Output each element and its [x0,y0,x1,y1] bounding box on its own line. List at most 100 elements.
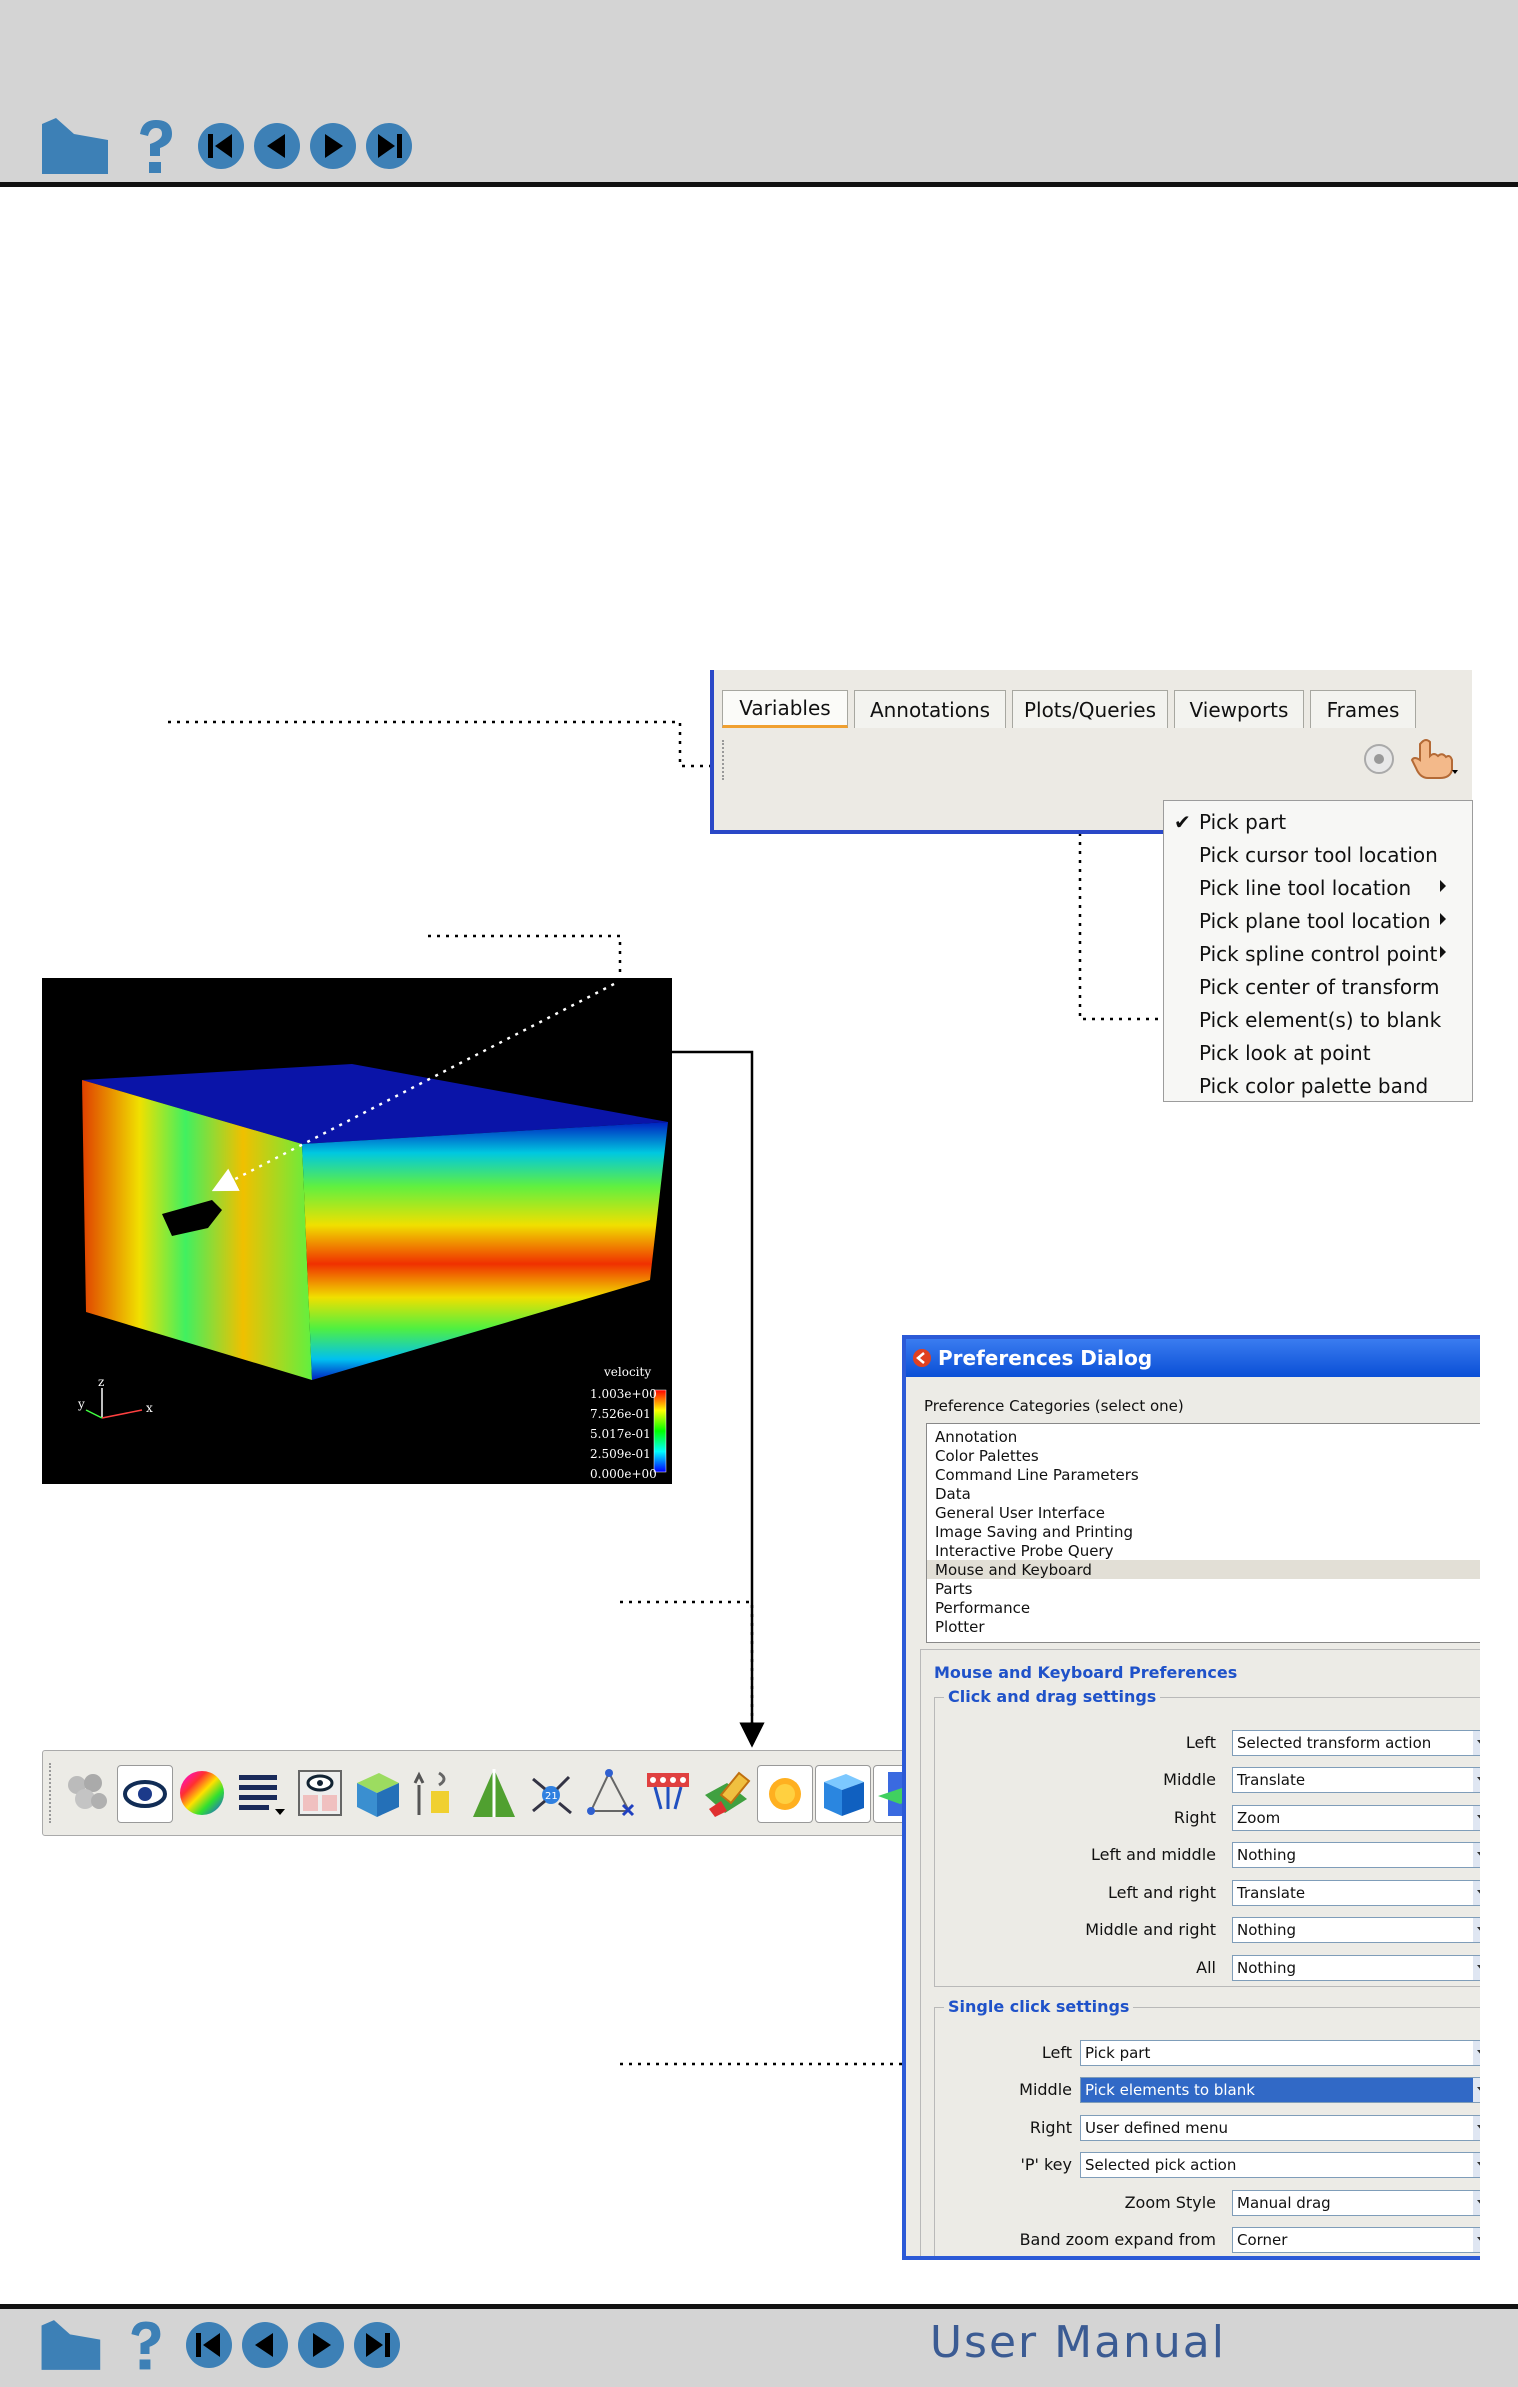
menu-item-pick-line-tool[interactable]: Pick line tool location [1164,871,1472,904]
previous-page-icon[interactable] [240,2320,290,2370]
parts-icon[interactable] [59,1765,113,1821]
zoom-style-label: Zoom Style [1124,2193,1216,2212]
click-drag-group-title: Click and drag settings [944,1687,1161,1706]
drag-all-select[interactable]: Nothing [1232,1955,1480,1981]
home-icon[interactable] [38,2319,102,2371]
axis-label-z: z [98,1375,104,1389]
grid-cube-icon[interactable] [351,1765,405,1821]
category-item[interactable]: Image Saving and Printing [935,1523,1133,1541]
visibility-eye-icon[interactable] [117,1765,173,1823]
view-mode-icon[interactable] [293,1765,347,1821]
combo-value: Translate [1237,1771,1306,1789]
p-key-label: 'P' key [1020,2155,1072,2174]
category-item[interactable]: Interactive Probe Query [935,1542,1113,1560]
legend-value: 2.509e-01 [590,1447,651,1461]
combo-value: Zoom [1237,1809,1281,1827]
category-item[interactable]: Parts [935,1580,972,1598]
tab-plots-queries[interactable]: Plots/Queries [1012,690,1168,728]
legend-value: 1.003e+00 [590,1387,657,1401]
combo-value: Nothing [1237,1846,1296,1864]
chevron-down-icon [1473,1843,1480,1867]
tab-variables[interactable]: Variables [722,690,848,728]
category-item[interactable]: Plotter [935,1618,985,1636]
last-page-icon[interactable] [352,2320,402,2370]
light-sun-icon[interactable] [757,1765,813,1823]
chevron-down-icon [1473,2041,1480,2065]
category-item[interactable]: General User Interface [935,1504,1105,1522]
tab-viewports[interactable]: Viewports [1174,690,1304,728]
click-right-select[interactable]: User defined menu [1080,2115,1480,2141]
category-list[interactable]: Annotation Color Palettes Command Line P… [926,1423,1480,1643]
menu-item-pick-color-band[interactable]: Pick color palette band [1164,1069,1472,1101]
node-tool-icon[interactable] [583,1765,637,1821]
p-key-select[interactable]: Selected pick action [1080,2152,1480,2178]
page-footer: User Manual [0,2304,1518,2387]
drag-middle-right-select[interactable]: Nothing [1232,1917,1480,1943]
drag-left-select[interactable]: Selected transform action [1232,1730,1480,1756]
menu-item-label: Pick line tool location [1199,875,1412,900]
combo-value: Translate [1237,1884,1306,1902]
category-item[interactable]: Color Palettes [935,1447,1039,1465]
graphics-viewport[interactable]: z x y velocity 1.003e+00 7.526e-01 5.017… [42,978,672,1484]
category-item[interactable]: Command Line Parameters [935,1466,1139,1484]
toolbar-grip[interactable] [49,1763,55,1823]
drag-middle-select[interactable]: Translate [1232,1767,1480,1793]
category-item[interactable]: Annotation [935,1428,1017,1446]
svg-text:21: 21 [545,1791,558,1802]
drag-right-select[interactable]: Zoom [1232,1805,1480,1831]
drag-left-label: Left [1185,1733,1216,1752]
category-item[interactable]: Performance [935,1599,1030,1617]
menu-item-pick-cursor-tool[interactable]: Pick cursor tool location [1164,838,1472,871]
particle-tool-icon[interactable] [641,1765,695,1821]
single-click-group-title: Single click settings [944,1997,1134,2016]
line-style-icon[interactable] [233,1765,287,1821]
band-zoom-select[interactable]: Corner [1232,2227,1480,2253]
chevron-down-icon [1473,1956,1480,1980]
next-page-icon[interactable] [296,2320,346,2370]
legend-value: 0.000e+00 [590,1467,657,1481]
coordinate-tool-icon[interactable]: 21 [525,1765,579,1821]
click-left-select[interactable]: Pick part [1080,2040,1480,2066]
tab-annotations[interactable]: Annotations [854,690,1006,728]
click-middle-select[interactable]: Pick elements to blank [1080,2077,1480,2103]
menu-item-pick-part[interactable]: ✔ Pick part [1164,805,1472,838]
menu-item-pick-look-at-point[interactable]: Pick look at point [1164,1036,1472,1069]
chevron-down-icon [1473,2153,1480,2177]
help-icon[interactable] [126,2319,164,2371]
click-right-label: Right [1029,2118,1072,2137]
preferences-dialog: Preferences Dialog Preference Categories… [902,1335,1480,2260]
drag-middle-label: Middle [1163,1770,1216,1789]
combo-value: Nothing [1237,1921,1296,1939]
chevron-down-icon [1473,2078,1480,2102]
color-palette-icon[interactable] [175,1765,229,1821]
dialog-titlebar[interactable]: Preferences Dialog [906,1339,1480,1377]
click-middle-label: Middle [1019,2080,1072,2099]
drag-left-middle-label: Left and middle [1090,1845,1216,1864]
drag-left-right-select[interactable]: Translate [1232,1880,1480,1906]
first-page-icon[interactable] [184,2320,234,2370]
pick-hand-icon[interactable] [1408,736,1460,780]
menu-item-label: Pick spline control point [1199,941,1438,966]
menu-item-pick-elements-blank[interactable]: Pick element(s) to blank [1164,1003,1472,1036]
chevron-down-icon [1473,2228,1480,2252]
shaded-cube-icon[interactable] [815,1765,871,1823]
menu-item-label: Pick part [1199,809,1287,834]
tab-frames[interactable]: Frames [1310,690,1416,728]
velocity-box-render: z x y velocity 1.003e+00 7.526e-01 5.017… [77,982,668,1481]
toolbar-grip[interactable] [722,740,728,780]
app-icon [912,1348,932,1368]
clip-tool-icon[interactable] [467,1765,521,1821]
category-item-selected[interactable]: Mouse and Keyboard [935,1561,1092,1579]
chevron-down-icon [1473,2191,1480,2215]
pick-radio-icon[interactable] [1362,742,1396,776]
chevron-down-icon [1473,1768,1480,1792]
category-item[interactable]: Data [935,1485,971,1503]
blank-eraser-icon[interactable] [699,1765,753,1821]
menu-item-pick-plane-tool[interactable]: Pick plane tool location [1164,904,1472,937]
categories-label: Preference Categories (select one) [924,1397,1184,1415]
menu-item-pick-spline-point[interactable]: Pick spline control point [1164,937,1472,970]
zoom-style-select[interactable]: Manual drag [1232,2190,1480,2216]
element-tool-icon[interactable] [409,1765,463,1821]
menu-item-pick-center-transform[interactable]: Pick center of transform [1164,970,1472,1003]
drag-left-middle-select[interactable]: Nothing [1232,1842,1480,1868]
